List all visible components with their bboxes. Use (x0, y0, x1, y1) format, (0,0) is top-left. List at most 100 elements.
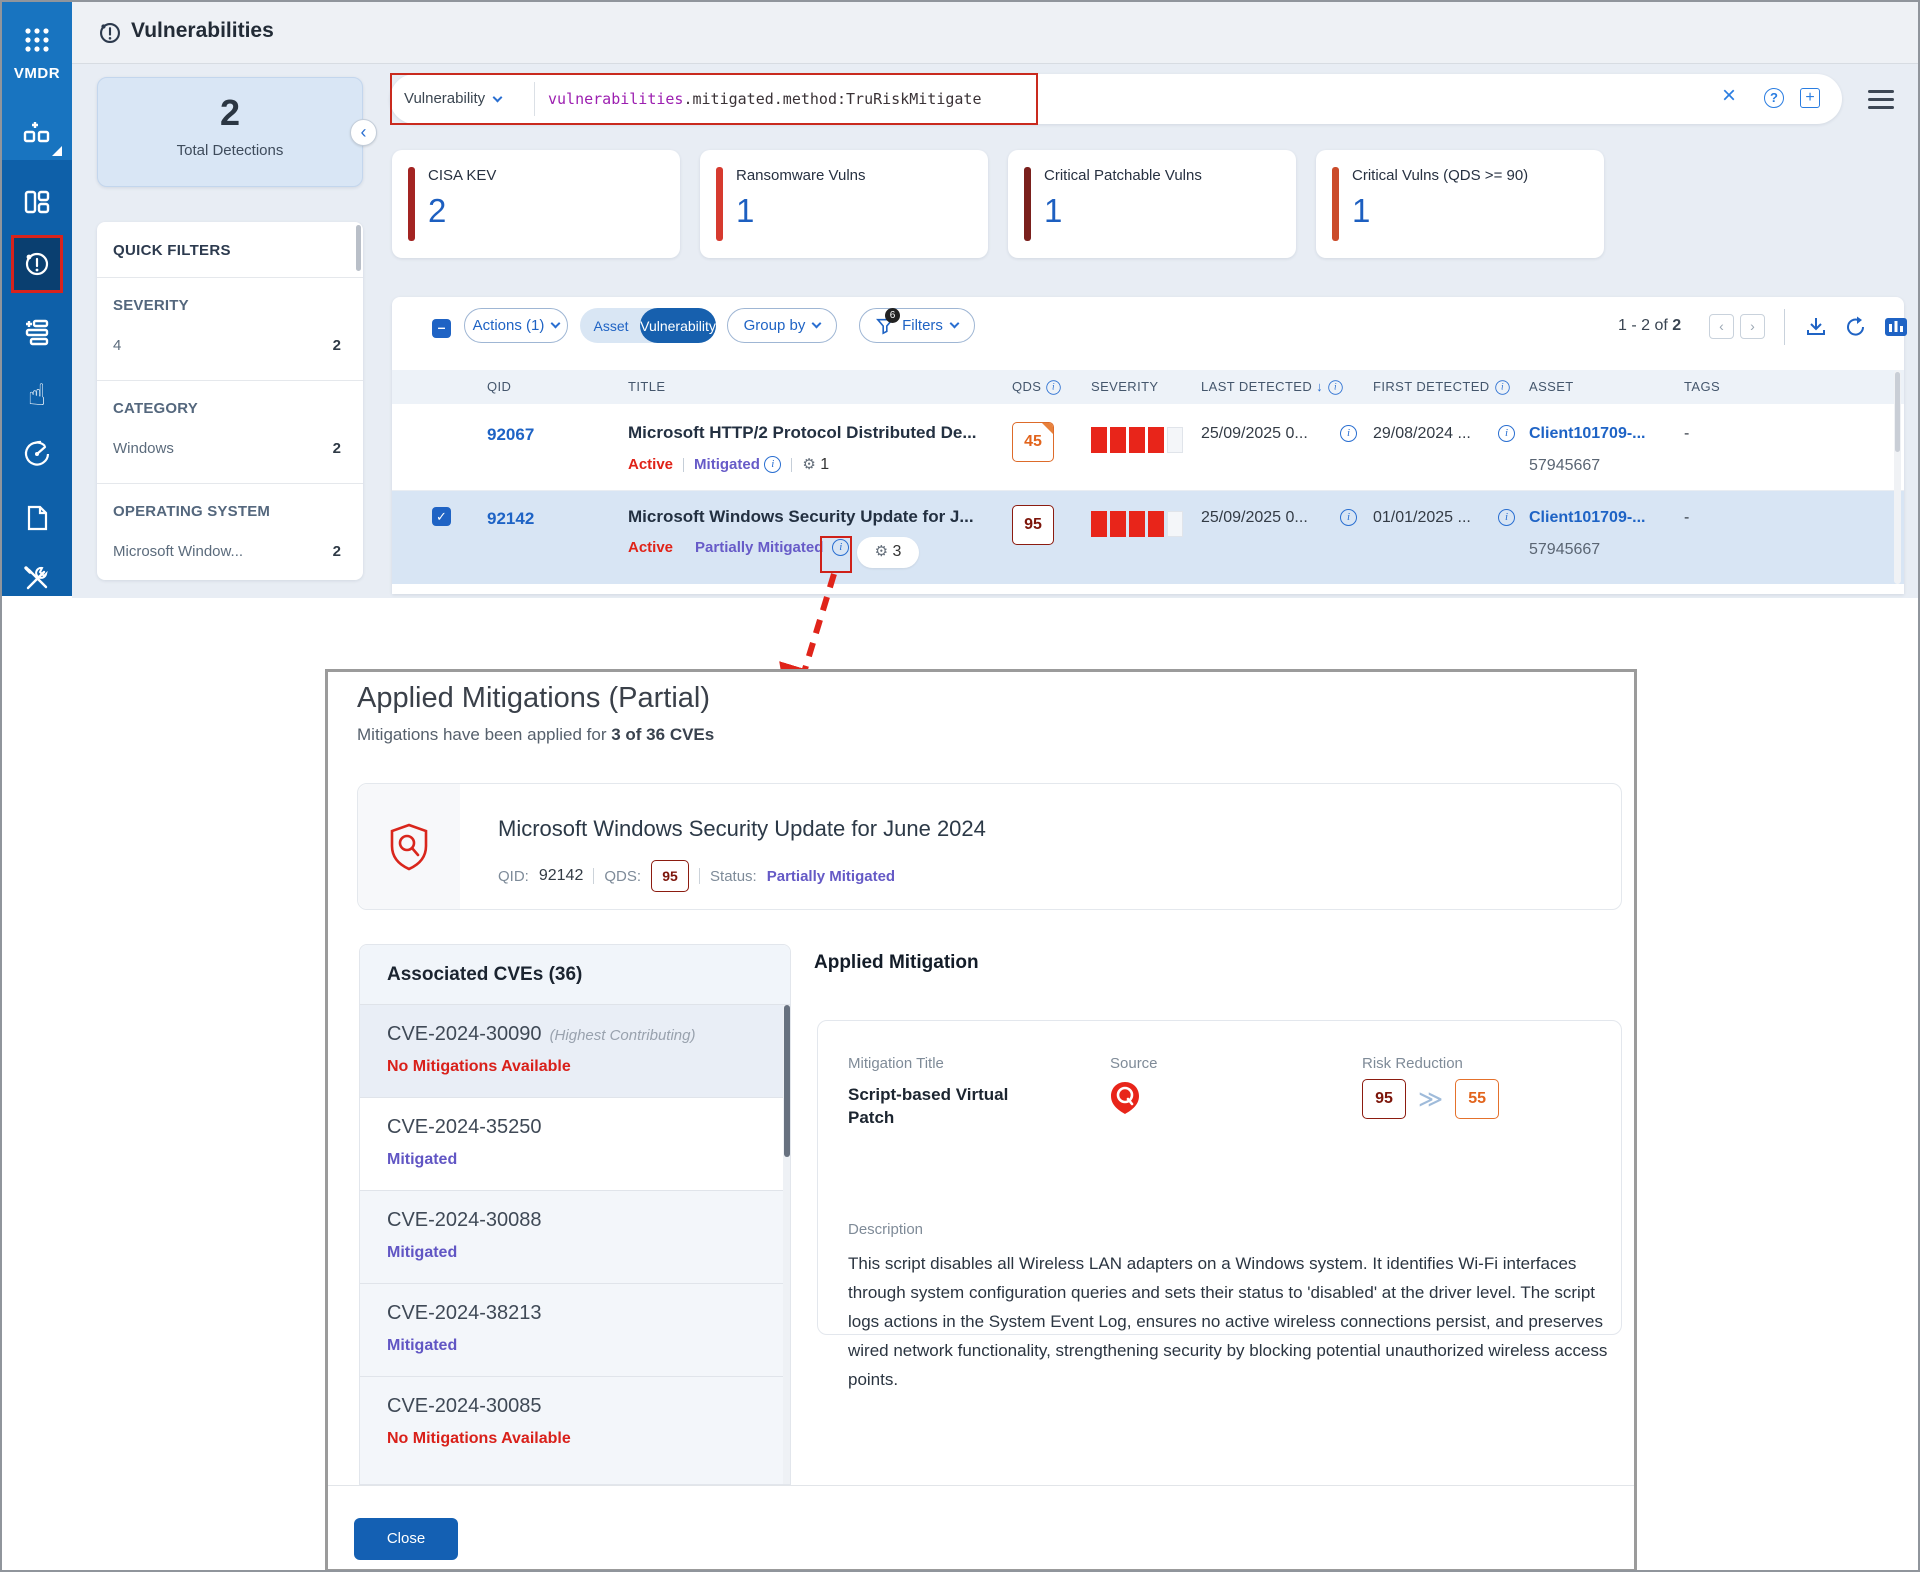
col-tags[interactable]: TAGS (1684, 379, 1720, 394)
asset-id: 57945667 (1529, 457, 1600, 475)
risk-from-badge: 95 (1362, 1079, 1406, 1119)
row-checkbox-checked[interactable]: ✓ (432, 507, 451, 526)
vulnerabilities-icon (21, 248, 53, 280)
stat-card-critical-qds[interactable]: Critical Vulns (QDS >= 90) 1 (1316, 150, 1604, 258)
download-icon[interactable] (1804, 315, 1828, 339)
app-picker-corner (52, 146, 62, 156)
gear-icon: ⚙ (802, 455, 815, 473)
filter-heading-os: OPERATING SYSTEM (113, 503, 270, 520)
vuln-qid: 92142 (539, 867, 584, 885)
col-severity[interactable]: SEVERITY (1091, 379, 1159, 394)
filter-severity-4-count: 2 (333, 337, 341, 354)
add-icon[interactable]: + (1800, 88, 1820, 108)
gear-icon: ⚙ (875, 542, 888, 560)
sidebar-item-scans[interactable] (2, 426, 72, 482)
filter-severity-4[interactable]: 4 (113, 337, 121, 354)
chevron-left-icon: ‹ (361, 122, 367, 142)
refresh-icon[interactable] (1844, 315, 1868, 339)
status-mitigated: Mitigated (694, 456, 760, 473)
actions-button[interactable]: Actions (1) (464, 308, 568, 343)
toggle-asset[interactable]: Asset (580, 308, 642, 343)
cve-list-item-selected[interactable]: CVE-2024-30090(Highest Contributing) No … (360, 1005, 791, 1098)
sidebar-item-reports[interactable] (2, 490, 72, 546)
filter-os-windows[interactable]: Microsoft Window... (113, 543, 243, 560)
chart-view-icon[interactable] (1884, 315, 1908, 339)
col-qds[interactable]: QDS i (1012, 379, 1062, 396)
col-first-detected[interactable]: FIRST DETECTED i (1373, 379, 1511, 396)
scan-gauge-icon (21, 438, 53, 470)
collapse-panel-button[interactable]: ‹ (350, 119, 377, 146)
col-asset[interactable]: ASSET (1529, 379, 1574, 394)
quick-filters-title: QUICK FILTERS (113, 242, 231, 259)
mitigation-description: This script disables all Wireless LAN ad… (848, 1249, 1608, 1394)
qualys-pin-icon (1110, 1081, 1140, 1111)
select-all-checkbox[interactable]: – (432, 319, 451, 338)
info-icon[interactable]: i (1340, 425, 1357, 442)
asset-link[interactable]: Client101709-... (1529, 425, 1646, 443)
filter-os-windows-count: 2 (333, 543, 341, 560)
total-detections-card[interactable]: 2 Total Detections (97, 77, 363, 187)
source-label: Source (1110, 1055, 1158, 1072)
sidebar-item-vulnerabilities[interactable] (11, 235, 63, 293)
info-icon[interactable]: i (1498, 425, 1515, 442)
table-header-row: QID TITLE QDS i SEVERITY LAST DETECTED ↓… (392, 370, 1904, 404)
group-by-button[interactable]: Group by (727, 308, 837, 343)
qid-link[interactable]: 92142 (487, 509, 534, 529)
tags-value: - (1684, 425, 1689, 443)
asset-link[interactable]: Client101709-... (1529, 509, 1646, 527)
stat-card-critical-patchable[interactable]: Critical Patchable Vulns 1 (1008, 150, 1296, 258)
status-active: Active (628, 539, 673, 556)
info-icon[interactable]: i (1495, 380, 1509, 394)
sidebar-item-dashboard[interactable] (2, 174, 72, 230)
info-icon[interactable]: i (1328, 380, 1342, 394)
filters-button[interactable]: 6 Filters (859, 308, 975, 343)
table-row-selected[interactable]: ✓ 92142 Microsoft Windows Security Updat… (392, 491, 1904, 584)
sidebar-item-tools[interactable] (2, 551, 72, 607)
row-status-line: ActiveMitigated i⚙ 1 (628, 455, 829, 474)
modal-title: Applied Mitigations (Partial) (357, 682, 710, 715)
chevron-down-icon (949, 319, 959, 329)
info-icon[interactable]: i (1498, 509, 1515, 526)
apps-grid-icon[interactable] (2, 12, 72, 68)
qid-link[interactable]: 92067 (487, 425, 534, 445)
info-icon[interactable]: i (1047, 380, 1061, 394)
chevron-down-icon (551, 319, 561, 329)
clear-x-icon[interactable]: × (1722, 84, 1736, 108)
vulnerability-title: Microsoft Windows Security Update for Ju… (498, 816, 986, 842)
close-button[interactable]: Close (354, 1518, 458, 1560)
next-page-button[interactable]: › (1740, 314, 1765, 339)
asset-id: 57945667 (1529, 541, 1600, 559)
table-scrollbar[interactable] (1894, 370, 1901, 584)
prev-page-button[interactable]: ‹ (1709, 314, 1734, 339)
filter-category-windows[interactable]: Windows (113, 440, 174, 457)
content-area: 2 Total Detections ‹ QUICK FILTERS SEVER… (72, 64, 1920, 598)
col-title[interactable]: TITLE (628, 379, 665, 394)
applied-mitigations-modal: Applied Mitigations (Partial) Mitigation… (325, 669, 1637, 1572)
cve-list-item[interactable]: CVE-2024-30088 Mitigated (360, 1191, 791, 1284)
cve-status: Mitigated (387, 1244, 791, 1262)
funnel-icon: 6 (876, 317, 894, 335)
stat-card-ransomware[interactable]: Ransomware Vulns 1 (700, 150, 988, 258)
help-icon[interactable]: ? (1764, 88, 1784, 108)
header-bar: Vulnerabilities (72, 2, 1920, 64)
menu-icon[interactable] (1868, 90, 1894, 114)
tags-value: - (1684, 509, 1689, 527)
col-last-detected[interactable]: LAST DETECTED ↓ i (1201, 379, 1344, 396)
info-icon[interactable]: i (764, 456, 781, 473)
stat-card-cisa-kev[interactable]: CISA KEV 2 (392, 150, 680, 258)
quick-filters-scrollbar[interactable] (356, 225, 361, 271)
stat-label: Critical Vulns (QDS >= 90) (1352, 167, 1528, 184)
toggle-vulnerability[interactable]: Vulnerability (640, 308, 716, 343)
sidebar-item-response[interactable]: ☝ (2, 367, 72, 423)
cve-list-item[interactable]: CVE-2024-38213 Mitigated (360, 1284, 791, 1377)
sidebar-item-prioritization[interactable] (2, 304, 72, 360)
cve-list-scrollbar[interactable] (783, 1005, 791, 1485)
filter-category-windows-count: 2 (333, 440, 341, 457)
cve-status: No Mitigations Available (387, 1058, 791, 1076)
info-icon[interactable]: i (1340, 509, 1357, 526)
row-title: Microsoft HTTP/2 Protocol Distributed De… (628, 423, 977, 443)
table-row[interactable]: 92067 Microsoft HTTP/2 Protocol Distribu… (392, 405, 1904, 491)
cve-list-item[interactable]: CVE-2024-30085 No Mitigations Available (360, 1377, 791, 1485)
cve-list-item[interactable]: CVE-2024-35250 Mitigated (360, 1098, 791, 1191)
col-qid[interactable]: QID (487, 379, 511, 394)
